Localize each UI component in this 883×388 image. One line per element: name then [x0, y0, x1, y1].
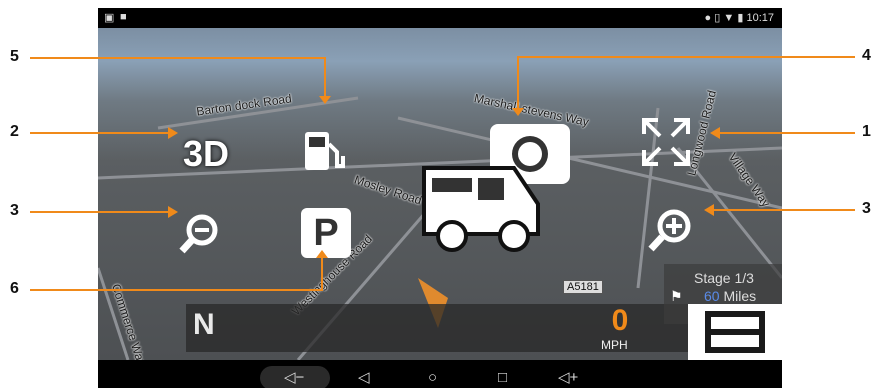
- zoom-out-icon: [179, 214, 218, 254]
- road-badge: A5181: [563, 280, 603, 294]
- 3d-label: 3D: [183, 133, 230, 174]
- volume-down-icon: ◁−: [284, 369, 305, 386]
- annotation-label: 5: [10, 48, 19, 65]
- fuel-station-button[interactable]: [303, 128, 349, 178]
- annotation-label: 6: [10, 280, 19, 297]
- annotation-label: 3: [10, 202, 19, 219]
- zoom-out-button[interactable]: [178, 213, 223, 258]
- parking-button[interactable]: P: [301, 208, 351, 258]
- compass-heading[interactable]: N: [193, 308, 215, 342]
- annotation-label: 3: [862, 200, 871, 217]
- fullscreen-button[interactable]: [640, 116, 692, 168]
- volume-down-button[interactable]: ◁−: [260, 366, 330, 388]
- annotation-label: 4: [862, 47, 871, 64]
- taxi-van-camera-icon: [422, 124, 570, 252]
- fuel-pump-icon: [305, 132, 345, 170]
- zoom-in-icon: [648, 209, 691, 252]
- status-right: ● ▯ ▼ ▮ 10:17: [705, 11, 774, 24]
- checkered-flag-icon: ⚑: [670, 288, 683, 304]
- distance-value: 60: [704, 288, 720, 304]
- zoom-in-button[interactable]: [646, 208, 694, 256]
- lock-icon: ■: [120, 11, 127, 23]
- notification-icon: ▣: [104, 12, 115, 24]
- home-icon[interactable]: ○: [428, 368, 437, 388]
- main-menu-button[interactable]: [688, 304, 782, 360]
- android-nav-bar: ◁− ◁ ○ □ ◁+: [98, 360, 782, 388]
- annotation-label: 2: [10, 123, 19, 140]
- status-time: 10:17: [746, 12, 774, 24]
- volume-up-icon[interactable]: ◁+: [558, 368, 578, 388]
- recents-icon[interactable]: □: [498, 368, 507, 388]
- vehicle-profile-button[interactable]: [416, 118, 576, 258]
- speed-value: 0: [611, 304, 629, 337]
- wifi-icon: ▼: [723, 12, 735, 24]
- annotation-label: 1: [862, 123, 871, 140]
- 3d-view-button[interactable]: 3D: [183, 133, 229, 175]
- vibrate-icon: ▯: [714, 12, 721, 24]
- speed-unit: MPH: [601, 338, 628, 352]
- menu-icon: [705, 311, 765, 353]
- distance-unit: Miles: [723, 288, 757, 304]
- stage-label: Stage 1/3: [694, 270, 754, 286]
- distance-remaining: 60 Miles: [704, 288, 756, 304]
- device-screen: ▣ ■ ● ▯ ▼ ▮ 10:17 Barton dock Road Marsh…: [98, 8, 782, 388]
- fullscreen-icon: [642, 118, 690, 166]
- back-icon[interactable]: ◁: [358, 368, 370, 388]
- battery-icon: ▮: [737, 12, 744, 24]
- status-bar: ▣ ■ ● ▯ ▼ ▮ 10:17: [98, 8, 782, 28]
- location-icon: ●: [704, 12, 712, 24]
- parking-label: P: [313, 212, 339, 254]
